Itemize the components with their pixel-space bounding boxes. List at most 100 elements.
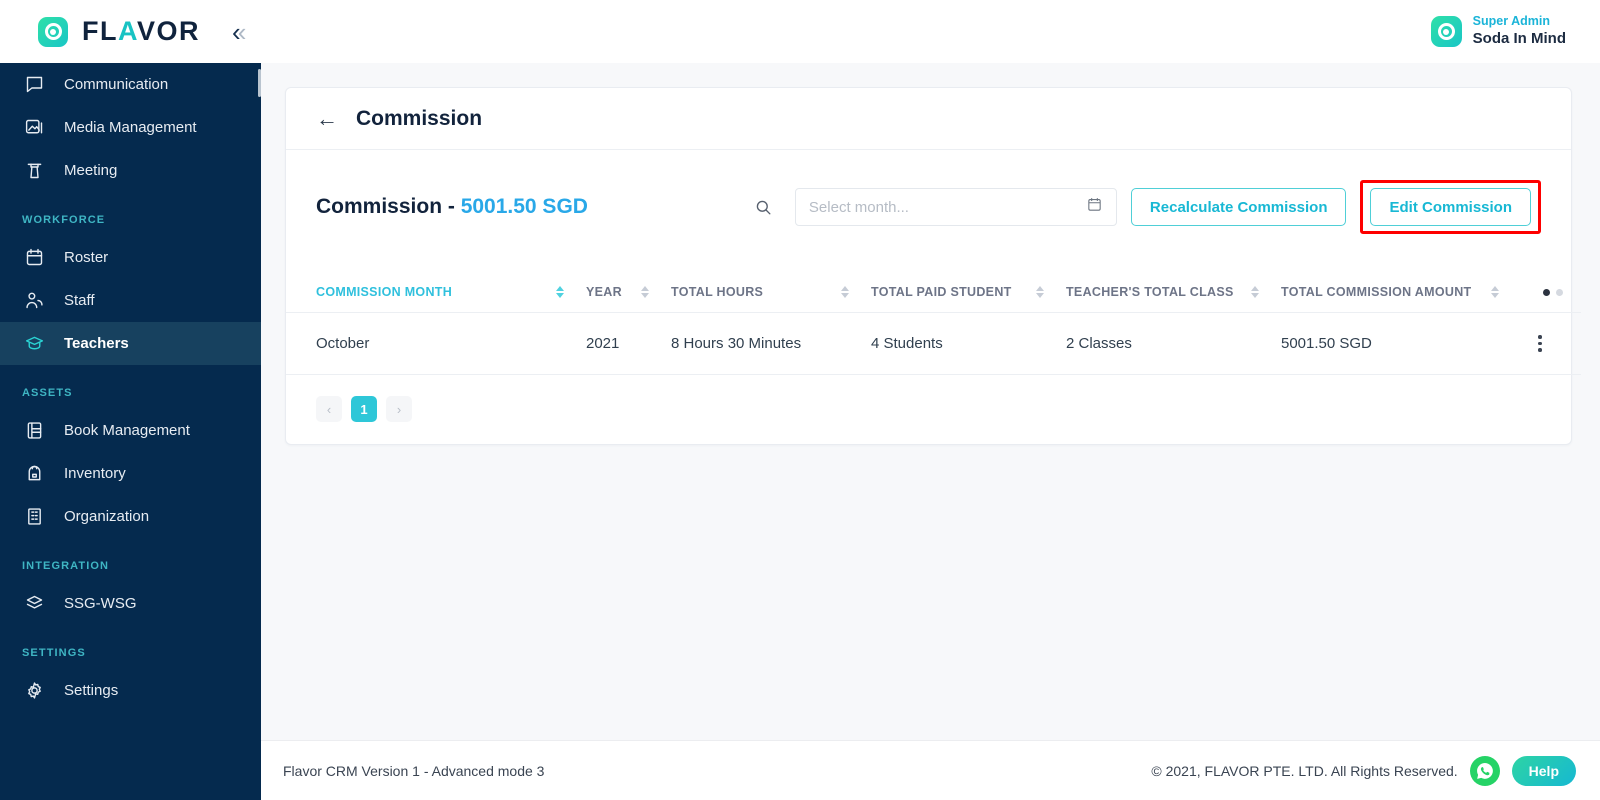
edit-commission-button[interactable]: Edit Commission (1370, 188, 1531, 226)
sidebar-group-workforce: WORKFORCE (22, 214, 106, 226)
sidebar-item-meeting[interactable]: Meeting (0, 149, 261, 192)
col-total-paid-student[interactable]: TOTAL PAID STUDENT (871, 272, 1066, 313)
sidebar-item-settings[interactable]: Settings (0, 669, 261, 712)
sidebar-item-inventory[interactable]: Inventory (0, 452, 261, 495)
sidebar-item-staff[interactable]: Staff (0, 279, 261, 322)
row-menu-icon[interactable] (1521, 335, 1581, 352)
table-header: COMMISSION MONTH YEAR TOTAL HOURS TOTAL … (286, 272, 1581, 313)
image-icon (22, 116, 46, 140)
brand: FLAVOR ‹ ‹ (0, 16, 246, 47)
sort-toggle-total-hours[interactable] (841, 286, 849, 298)
sidebar-item-label: Staff (64, 292, 95, 309)
whatsapp-icon[interactable] (1469, 755, 1500, 786)
commission-table: COMMISSION MONTH YEAR TOTAL HOURS TOTAL … (286, 272, 1581, 375)
main-scroll-area: ← Commission Commission - 5001.50 SGD Se… (261, 63, 1600, 740)
sidebar-item-label: Organization (64, 508, 150, 525)
sort-toggle-teachers-total-class[interactable] (1251, 286, 1259, 298)
sidebar-item-label: SSG-WSG (64, 595, 137, 612)
commission-card: ← Commission Commission - 5001.50 SGD Se… (285, 87, 1581, 445)
col-label: COMMISSION MONTH (316, 285, 453, 299)
chat-icon (22, 73, 46, 97)
footer-copyright: © 2021, FLAVOR PTE. LTD. All Rights Rese… (1151, 762, 1458, 779)
sidebar-item-book-management[interactable]: Book Management (0, 409, 261, 452)
pagination-page-1[interactable]: 1 (351, 396, 377, 422)
sidebar-item-label: Communication (64, 76, 169, 93)
sidebar-collapse-button[interactable]: ‹ ‹ (232, 19, 246, 45)
main-content: ← Commission Commission - 5001.50 SGD Se… (261, 63, 1600, 800)
col-label: TOTAL PAID STUDENT (871, 285, 1012, 299)
footer-version: Flavor CRM Version 1 - Advanced mode 3 (283, 762, 545, 779)
user-name: Soda In Mind (1472, 29, 1566, 47)
user-role: Super Admin (1472, 14, 1550, 29)
sidebar-item-media-management[interactable]: Media Management (0, 106, 261, 149)
footer-right: © 2021, FLAVOR PTE. LTD. All Rights Rese… (1151, 755, 1576, 786)
col-commission-month[interactable]: COMMISSION MONTH (286, 272, 586, 313)
app-root: FLAVOR ‹ ‹ Super Admin Soda In Mind Comm… (0, 0, 1600, 800)
search-icon[interactable] (746, 198, 781, 217)
recalculate-commission-button[interactable]: Recalculate Commission (1130, 188, 1347, 226)
brand-text-accent: A (118, 16, 137, 46)
month-input[interactable] (808, 198, 1086, 216)
sidebar-item-label: Media Management (64, 119, 197, 136)
back-arrow-icon[interactable]: ← (316, 107, 338, 130)
graduation-cap-icon (22, 332, 46, 356)
brand-wordmark: FLAVOR (82, 16, 200, 47)
cell-total-paid-student: 4 Students (871, 312, 1066, 375)
user-menu[interactable]: Super Admin Soda In Mind (1430, 14, 1576, 48)
backpack-icon (22, 462, 46, 486)
sort-toggle-total-commission-amount[interactable] (1491, 286, 1499, 298)
col-teachers-total-class[interactable]: TEACHER'S TOTAL CLASS (1066, 272, 1281, 313)
sidebar-item-label: Roster (64, 249, 109, 266)
month-picker[interactable] (794, 188, 1117, 226)
edit-commission-highlight: Edit Commission (1360, 180, 1541, 234)
sidebar-group-assets: ASSETS (22, 387, 73, 399)
building-icon (22, 505, 46, 529)
col-label: TOTAL COMMISSION AMOUNT (1281, 285, 1472, 299)
top-bar: FLAVOR ‹ ‹ Super Admin Soda In Mind (0, 0, 1600, 63)
sort-toggle-total-paid-student[interactable] (1036, 286, 1044, 298)
sidebar-item-label: Meeting (64, 162, 118, 179)
carousel-dot-active (1543, 288, 1550, 296)
pagination-next-button[interactable]: › (386, 396, 412, 422)
table-row[interactable]: October 2021 8 Hours 30 Minutes 4 Studen… (286, 312, 1581, 375)
sidebar-item-ssg-wsg[interactable]: SSG-WSG (0, 582, 261, 625)
commission-toolbar: Commission - 5001.50 SGD Select month...… (286, 150, 1571, 234)
sidebar-item-label: Inventory (64, 465, 126, 482)
user-meta: Super Admin Soda In Mind (1473, 14, 1566, 48)
column-carousel-indicator[interactable] (1521, 288, 1581, 296)
pagination-prev-button[interactable]: ‹ (316, 396, 342, 422)
book-icon (22, 419, 46, 443)
calendar-icon[interactable] (1086, 196, 1103, 218)
sidebar-item-roster[interactable]: Roster (0, 236, 261, 279)
sort-toggle-commission-month[interactable] (556, 286, 564, 298)
people-icon (22, 289, 46, 313)
cell-actions (1521, 312, 1581, 375)
layers-icon (22, 592, 46, 616)
footer: Flavor CRM Version 1 - Advanced mode 3 ©… (261, 740, 1600, 800)
col-actions (1521, 272, 1581, 313)
avatar (1430, 16, 1462, 47)
sidebar-item-communication[interactable]: Communication (0, 63, 261, 106)
sidebar-group-integration: INTEGRATION (22, 560, 110, 572)
pagination: ‹ 1 › (286, 375, 1571, 444)
calendar-icon (22, 246, 46, 270)
sidebar-item-teachers[interactable]: Teachers (0, 322, 261, 365)
col-label: TOTAL HOURS (671, 285, 764, 299)
toolbar-actions: Recalculate Commission Edit Commission (746, 180, 1541, 234)
col-total-commission-amount[interactable]: TOTAL COMMISSION AMOUNT (1281, 272, 1521, 313)
cell-total-commission-amount: 5001.50 SGD (1281, 312, 1521, 375)
col-label: TEACHER'S TOTAL CLASS (1066, 285, 1234, 299)
flavor-logo-icon (38, 16, 68, 47)
sidebar-item-label: Book Management (64, 422, 190, 439)
col-total-hours[interactable]: TOTAL HOURS (671, 272, 871, 313)
sidebar: Communication Media Management Meeting W… (0, 63, 261, 800)
sidebar-item-organization[interactable]: Organization (0, 495, 261, 538)
col-year[interactable]: YEAR (586, 272, 671, 313)
body-row: Communication Media Management Meeting W… (0, 63, 1600, 800)
carousel-dot-inactive (1556, 288, 1563, 296)
podium-icon (22, 159, 46, 183)
sort-toggle-year[interactable] (641, 286, 649, 298)
card-header: ← Commission (286, 88, 1571, 150)
help-button[interactable]: Help (1511, 755, 1576, 786)
table-header-row: COMMISSION MONTH YEAR TOTAL HOURS TOTAL … (286, 272, 1581, 313)
